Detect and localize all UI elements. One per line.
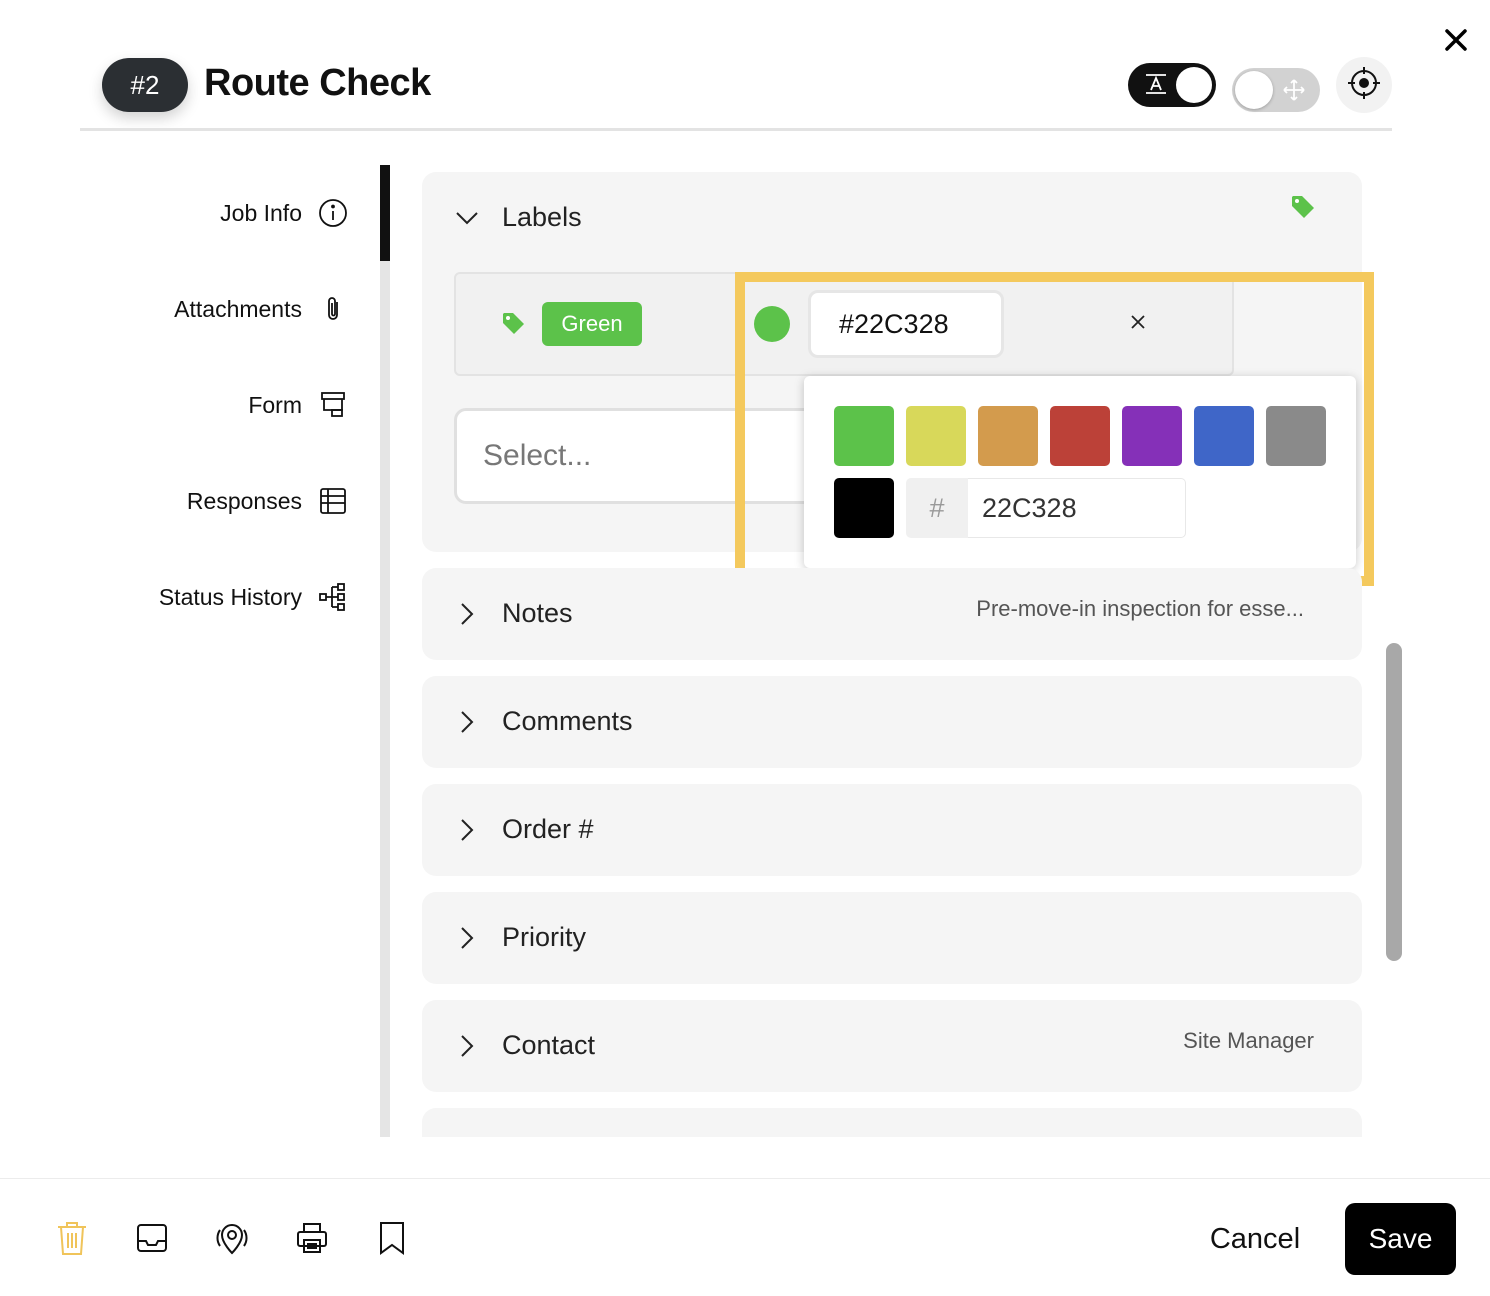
inbox-icon — [135, 1221, 169, 1260]
page-title: Route Check — [204, 62, 431, 104]
hex-input-field[interactable]: 22C328 — [968, 478, 1186, 538]
color-swatch-yellow[interactable] — [906, 406, 966, 466]
toggle-knob — [1235, 71, 1273, 109]
delete-button[interactable] — [52, 1220, 92, 1260]
hex-prefix: # — [906, 478, 968, 538]
label-chip[interactable]: Green — [542, 302, 642, 346]
tag-icon — [1290, 194, 1316, 225]
comments-section[interactable]: Comments — [422, 676, 1362, 768]
locate-button[interactable] — [1336, 57, 1392, 113]
chevron-right-icon — [456, 926, 478, 949]
tag-icon — [502, 312, 528, 341]
chevron-right-icon — [456, 602, 478, 625]
inbox-button[interactable] — [132, 1220, 172, 1260]
text-format-toggle[interactable] — [1128, 63, 1216, 107]
job-number-badge: #2 — [102, 58, 188, 112]
hex-color-input[interactable]: #22C328 — [808, 290, 1004, 358]
move-toggle[interactable] — [1232, 68, 1320, 112]
print-button[interactable] — [292, 1220, 332, 1260]
close-icon — [1444, 28, 1468, 57]
chevron-right-icon — [456, 818, 478, 841]
save-button[interactable]: Save — [1345, 1203, 1456, 1275]
cancel-button[interactable]: Cancel — [1190, 1206, 1320, 1272]
color-swatch-green[interactable] — [834, 406, 894, 466]
sidebar-item-label: Form — [248, 391, 302, 418]
sidebar-item-label: Status History — [158, 583, 302, 610]
contact-section-header[interactable]: Contact — [456, 1030, 595, 1061]
sidebar-item-job-info[interactable]: Job Info — [220, 196, 350, 230]
header-divider — [80, 128, 1392, 131]
notes-section[interactable]: Notes Pre-move-in inspection for esse... — [422, 568, 1362, 660]
order-section[interactable]: Order # — [422, 784, 1362, 876]
toggle-knob — [1176, 67, 1212, 103]
section-title: Contact — [502, 1030, 596, 1060]
map-pin-button[interactable] — [212, 1220, 252, 1260]
contact-section[interactable]: Contact Site Manager — [422, 1000, 1362, 1092]
label-select[interactable]: Select... — [454, 408, 854, 504]
order-section-header[interactable]: Order # — [456, 814, 594, 845]
labels-section-header[interactable]: Labels — [456, 202, 582, 233]
sidebar-item-label: Job Info — [220, 199, 302, 226]
hierarchy-icon — [316, 580, 350, 614]
color-swatch-black[interactable] — [834, 478, 894, 538]
section-value: Pre-move-in inspection for esse... — [976, 596, 1304, 621]
chevron-right-icon — [456, 710, 478, 733]
footer-divider — [0, 1178, 1490, 1179]
sidebar-item-form[interactable]: Form — [248, 388, 350, 422]
text-format-icon — [1144, 72, 1168, 101]
remove-label-button[interactable] — [1126, 312, 1150, 336]
nav-progress-track — [380, 165, 390, 1137]
nav-progress-indicator — [380, 165, 390, 261]
section-title: Order # — [502, 814, 594, 844]
color-swatch-purple[interactable] — [1122, 406, 1182, 466]
close-button[interactable] — [1440, 26, 1472, 58]
trash-icon — [55, 1220, 89, 1261]
comments-section-header[interactable]: Comments — [456, 706, 633, 737]
bookmark-icon — [377, 1221, 407, 1260]
section-title: Labels — [502, 202, 582, 232]
bookmark-button[interactable] — [372, 1220, 412, 1260]
notes-section-header[interactable]: Notes — [456, 598, 573, 629]
info-icon — [316, 196, 350, 230]
section-title: Comments — [502, 706, 633, 736]
sidebar-item-status-history[interactable]: Status History — [159, 580, 350, 614]
color-swatch-red[interactable] — [1050, 406, 1110, 466]
map-pin-icon — [214, 1220, 250, 1261]
color-preview-dot[interactable] — [754, 306, 790, 342]
next-section-partial — [422, 1108, 1362, 1137]
sidebar-item-label: Responses — [186, 487, 302, 514]
section-title: Priority — [502, 922, 587, 952]
scrollbar-thumb[interactable] — [1386, 643, 1402, 961]
close-icon — [1130, 314, 1146, 335]
chevron-right-icon — [456, 1034, 478, 1057]
sidebar-item-responses[interactable]: Responses — [187, 484, 350, 518]
chevron-down-icon — [456, 207, 478, 229]
sidebar-item-attachments[interactable]: Attachments — [174, 292, 350, 326]
section-title: Notes — [502, 598, 573, 628]
paperclip-icon — [316, 292, 350, 326]
move-icon — [1282, 78, 1306, 107]
color-picker-popover: # 22C328 — [804, 376, 1356, 568]
print-icon — [295, 1221, 329, 1260]
color-swatch-gray[interactable] — [1266, 406, 1326, 466]
crosshair-icon — [1347, 66, 1381, 105]
table-icon — [316, 484, 350, 518]
priority-section-header[interactable]: Priority — [456, 922, 586, 953]
color-swatch-blue[interactable] — [1194, 406, 1254, 466]
color-swatch-orange[interactable] — [978, 406, 1038, 466]
form-icon — [316, 388, 350, 422]
priority-section[interactable]: Priority — [422, 892, 1362, 984]
section-value: Site Manager — [1183, 1028, 1314, 1053]
sidebar-item-label: Attachments — [174, 295, 302, 322]
